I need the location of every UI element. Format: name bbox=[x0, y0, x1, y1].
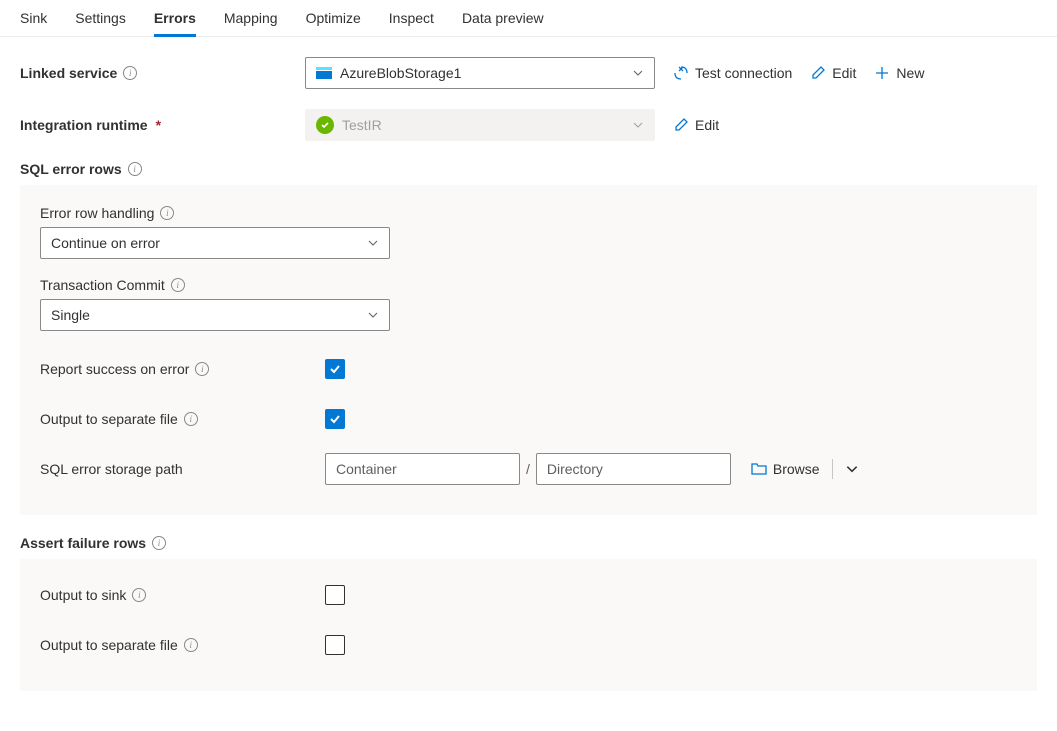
info-icon[interactable]: i bbox=[123, 66, 137, 80]
info-icon[interactable]: i bbox=[184, 638, 198, 652]
integration-runtime-value: TestIR bbox=[342, 117, 382, 133]
integration-runtime-label: Integration runtime* bbox=[20, 117, 305, 133]
assert-output-separate-checkbox[interactable] bbox=[325, 635, 345, 655]
connection-icon bbox=[673, 65, 689, 81]
container-input[interactable] bbox=[325, 453, 520, 485]
integration-runtime-select: TestIR bbox=[305, 109, 655, 141]
chevron-down-icon bbox=[632, 67, 644, 79]
edit-icon bbox=[673, 117, 689, 133]
report-success-label: Report success on error i bbox=[40, 361, 325, 377]
linked-service-label: Linked service i bbox=[20, 65, 305, 81]
azure-blob-icon bbox=[316, 67, 332, 79]
folder-icon bbox=[751, 462, 767, 476]
separator bbox=[832, 459, 833, 479]
transaction-commit-select[interactable]: Single bbox=[40, 299, 390, 331]
assert-failure-rows-title: Assert failure rows i bbox=[20, 535, 1037, 551]
linked-service-value: AzureBlobStorage1 bbox=[340, 65, 461, 81]
output-separate-file-label: Output to separate file i bbox=[40, 411, 325, 427]
tab-settings[interactable]: Settings bbox=[75, 10, 126, 36]
sql-error-rows-panel: Error row handling i Continue on error T… bbox=[20, 185, 1037, 515]
info-icon[interactable]: i bbox=[152, 536, 166, 550]
info-icon[interactable]: i bbox=[195, 362, 209, 376]
output-separate-file-checkbox[interactable] bbox=[325, 409, 345, 429]
transaction-commit-label: Transaction Commit i bbox=[40, 277, 1017, 293]
test-connection-button[interactable]: Test connection bbox=[673, 65, 792, 81]
output-to-sink-checkbox[interactable] bbox=[325, 585, 345, 605]
chevron-down-icon bbox=[367, 309, 379, 321]
info-icon[interactable]: i bbox=[184, 412, 198, 426]
info-icon[interactable]: i bbox=[160, 206, 174, 220]
plus-icon bbox=[874, 65, 890, 81]
info-icon[interactable]: i bbox=[132, 588, 146, 602]
info-icon[interactable]: i bbox=[128, 162, 142, 176]
path-separator: / bbox=[526, 461, 530, 477]
assert-failure-rows-panel: Output to sink i Output to separate file… bbox=[20, 559, 1037, 691]
tab-inspect[interactable]: Inspect bbox=[389, 10, 434, 36]
check-circle-icon bbox=[316, 116, 334, 134]
output-to-sink-label: Output to sink i bbox=[40, 587, 325, 603]
tab-optimize[interactable]: Optimize bbox=[306, 10, 361, 36]
sql-error-rows-title: SQL error rows i bbox=[20, 161, 1037, 177]
error-row-handling-select[interactable]: Continue on error bbox=[40, 227, 390, 259]
tab-mapping[interactable]: Mapping bbox=[224, 10, 278, 36]
tab-data-preview[interactable]: Data preview bbox=[462, 10, 544, 36]
tab-bar: Sink Settings Errors Mapping Optimize In… bbox=[0, 0, 1057, 37]
sql-error-path-label: SQL error storage path bbox=[40, 461, 325, 477]
linked-service-select[interactable]: AzureBlobStorage1 bbox=[305, 57, 655, 89]
info-icon[interactable]: i bbox=[171, 278, 185, 292]
tab-sink[interactable]: Sink bbox=[20, 10, 47, 36]
edit-icon bbox=[810, 65, 826, 81]
tab-errors[interactable]: Errors bbox=[154, 10, 196, 36]
report-success-checkbox[interactable] bbox=[325, 359, 345, 379]
edit-link[interactable]: Edit bbox=[810, 65, 856, 81]
error-row-handling-label: Error row handling i bbox=[40, 205, 1017, 221]
chevron-down-icon bbox=[632, 119, 644, 131]
assert-output-separate-label: Output to separate file i bbox=[40, 637, 325, 653]
browse-button[interactable]: Browse bbox=[751, 461, 820, 477]
directory-input[interactable] bbox=[536, 453, 731, 485]
browse-chevron[interactable] bbox=[845, 462, 859, 476]
edit-ir-link[interactable]: Edit bbox=[673, 117, 719, 133]
new-link[interactable]: New bbox=[874, 65, 924, 81]
chevron-down-icon bbox=[367, 237, 379, 249]
